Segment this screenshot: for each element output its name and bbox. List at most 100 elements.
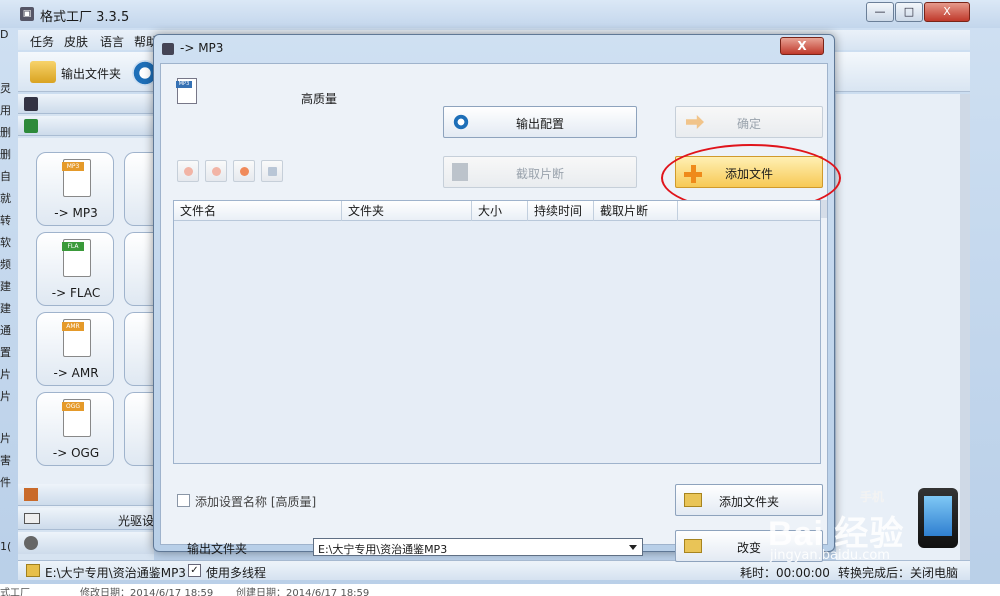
edge-char: 片 — [0, 368, 11, 381]
col-duration[interactable]: 持续时间 — [528, 201, 594, 221]
file-type: 式工厂 — [0, 588, 30, 596]
dialog-title: -> MP3 — [180, 41, 224, 55]
multithread-checkbox[interactable]: ✓ — [188, 564, 201, 577]
edge-char: D — [0, 28, 9, 41]
edge-char: 删 — [0, 148, 11, 161]
edge-char: 删 — [0, 126, 11, 139]
tile-label: -> AMR — [53, 366, 99, 380]
clear-tool-button[interactable] — [205, 160, 227, 182]
add-name-label: 添加设置名称 [高质量] — [195, 495, 317, 509]
output-folder-label: 输出文件夹 — [61, 67, 122, 81]
chevron-down-icon — [629, 545, 637, 550]
status-output-path[interactable]: E:\大宁专用\资治通鉴MP3 — [45, 564, 186, 581]
phone-screen — [924, 496, 952, 536]
drive-icon — [24, 513, 40, 524]
format-tile-partial[interactable] — [124, 232, 154, 306]
format-tile-flac[interactable]: FLA -> FLAC — [36, 232, 114, 306]
quality-label: 高质量 — [301, 92, 338, 106]
folder-icon — [30, 61, 56, 83]
edge-char: 转 — [0, 214, 11, 227]
edge-char: 频 — [0, 258, 11, 271]
output-folder-label: 输出文件夹 — [187, 542, 248, 556]
watermark-machine: 手机 — [860, 490, 885, 504]
edge-char: 1( — [0, 540, 12, 553]
edge-char: 灵 — [0, 82, 11, 95]
mp3-dialog: -> MP3 X MP3 高质量 输出配置 截取片断 确定 添加文件 文件名 文… — [153, 34, 841, 562]
play-tool-button[interactable] — [233, 160, 255, 182]
image-icon — [24, 488, 38, 501]
dialog-titlebar: -> MP3 X — [154, 35, 834, 61]
list-scrollbar[interactable] — [821, 200, 827, 218]
format-tile-partial[interactable] — [124, 312, 154, 386]
file-list-header: 文件名 文件夹 大小 持续时间 截取片断 — [174, 201, 820, 221]
format-tile-mp3[interactable]: MP3 -> MP3 — [36, 152, 114, 226]
watermark-url: jingyan.baidu.com — [770, 548, 890, 563]
output-path-select[interactable]: E:\大宁专用\资治通鉴MP3 — [313, 538, 643, 556]
format-tile-ogg[interactable]: OGG -> OGG — [36, 392, 114, 466]
category-image[interactable] — [18, 484, 154, 506]
tile-label: -> OGG — [52, 446, 100, 460]
dialog-close-button[interactable]: X — [780, 37, 824, 55]
close-button[interactable]: X — [924, 2, 970, 22]
tile-label: -> MP3 — [54, 206, 98, 220]
edge-char: 件 — [0, 476, 11, 489]
format-tiles: MP3 -> MP3 FLA -> FLAC AMR -> AMR OGG ->… — [18, 138, 154, 528]
output-folder-button[interactable]: 输出文件夹 — [30, 58, 136, 86]
edge-char: 置 — [0, 346, 11, 359]
phone-icon — [918, 488, 958, 548]
category-video[interactable] — [18, 94, 154, 114]
menu-skin[interactable]: 皮肤 — [64, 33, 88, 50]
ok-button[interactable]: 确定 — [675, 106, 823, 138]
col-filename[interactable]: 文件名 — [174, 201, 342, 221]
dialog-body: MP3 高质量 输出配置 截取片断 确定 添加文件 文件名 文件夹 大小 持续时… — [160, 63, 841, 562]
output-config-button[interactable]: 输出配置 — [443, 106, 637, 138]
remove-tool-button[interactable] — [177, 160, 199, 182]
col-clip[interactable]: 截取片断 — [594, 201, 678, 221]
edge-char: 建 — [0, 302, 11, 315]
app-icon: ▣ — [20, 7, 34, 21]
minimize-button[interactable]: — — [866, 2, 894, 22]
col-folder[interactable]: 文件夹 — [342, 201, 472, 221]
edge-char: 害 — [0, 454, 11, 467]
edge-char: 自 — [0, 170, 11, 183]
col-size[interactable]: 大小 — [472, 201, 528, 221]
edge-char: 就 — [0, 192, 11, 205]
info-tool-button[interactable] — [261, 160, 283, 182]
category-tools[interactable] — [18, 532, 154, 554]
explorer-info-strip: 式工厂 修改日期：2014/6/17 18:59 创建日期：2014/6/17 … — [0, 584, 1000, 596]
edge-char: 通 — [0, 324, 11, 337]
folder-icon[interactable] — [26, 564, 40, 577]
mp3-file-icon: MP3 — [176, 78, 197, 104]
modified-date: 修改日期：2014/6/17 18:59 — [80, 588, 214, 596]
baidu-watermark: 手机 Bai 经验 jingyan.baidu.com — [768, 484, 964, 574]
category-audio[interactable] — [18, 116, 154, 136]
menu-language[interactable]: 语言 — [100, 33, 124, 50]
music-note-icon — [24, 119, 38, 133]
edge-char: 片 — [0, 432, 11, 445]
clear-icon — [212, 167, 221, 176]
amr-file-icon: AMR — [62, 319, 91, 357]
dialog-app-icon — [162, 43, 174, 55]
edge-char: 建 — [0, 280, 11, 293]
tile-label: -> FLAC — [51, 286, 101, 300]
category-disc[interactable]: 光驱设 — [18, 508, 154, 530]
format-tile-partial[interactable] — [124, 152, 154, 226]
add-name-checkbox[interactable] — [177, 494, 190, 507]
info-icon — [268, 167, 277, 176]
main-titlebar: ▣ 格式工厂 3.3.5 — □ X — [0, 0, 1000, 28]
flac-file-icon: FLA — [62, 239, 91, 277]
format-tile-amr[interactable]: AMR -> AMR — [36, 312, 114, 386]
format-tile-partial[interactable] — [124, 392, 154, 466]
menu-task[interactable]: 任务 — [30, 33, 54, 50]
clip-segment-button[interactable]: 截取片断 — [443, 156, 637, 188]
clip-segment-label: 截取片断 — [515, 167, 564, 181]
category-disc-label: 光驱设 — [118, 514, 155, 528]
film-icon — [24, 97, 38, 111]
maximize-button[interactable]: □ — [895, 2, 923, 22]
edge-char: 片 — [0, 390, 11, 403]
mp3-file-icon: MP3 — [62, 159, 91, 197]
main-title: 格式工厂 3.3.5 — [40, 10, 130, 25]
multithread-label: 使用多线程 — [206, 566, 267, 580]
ok-label: 确定 — [736, 117, 761, 131]
file-list[interactable]: 文件名 文件夹 大小 持续时间 截取片断 — [173, 200, 821, 464]
